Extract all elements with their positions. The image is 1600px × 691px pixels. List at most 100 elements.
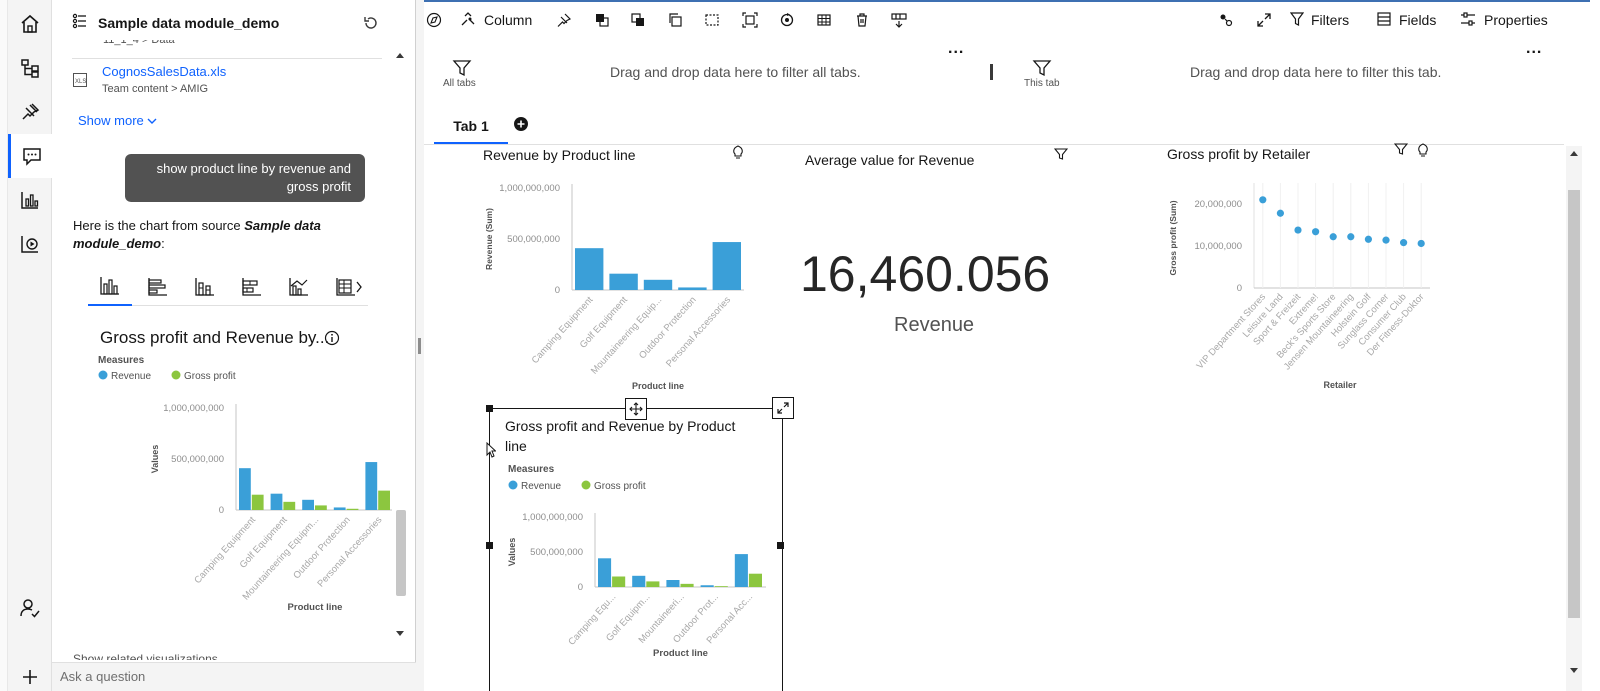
combo-chart[interactable]: Measures Revenue Gross profit 0 500,000,0… <box>500 460 780 665</box>
copy-icon[interactable] <box>667 10 683 30</box>
panel-scroll-thumb[interactable] <box>396 510 406 596</box>
bar-gross-profit <box>378 490 390 510</box>
bar-value <box>712 242 741 290</box>
canvas-scroll-thumb[interactable] <box>1568 190 1580 618</box>
bar-chart-icon[interactable] <box>8 178 52 222</box>
filters-button[interactable]: Filters <box>1289 10 1349 30</box>
tab-1[interactable]: Tab 1 <box>434 110 508 144</box>
combo-title-line-2: line <box>505 438 527 454</box>
add-tab-icon[interactable] <box>514 117 528 136</box>
stacked-bar-icon[interactable] <box>230 268 274 306</box>
resize-handle-left[interactable] <box>486 542 493 549</box>
properties-button[interactable]: Properties <box>1460 10 1548 30</box>
panel-chart[interactable]: Measures Revenue Gross profit 0 500,000,0… <box>92 348 392 623</box>
table-view-icon[interactable] <box>816 10 832 30</box>
y-axis-title: Values <box>507 538 517 567</box>
reset-icon[interactable] <box>363 15 379 36</box>
bar-gross-profit <box>251 494 264 510</box>
this-tab-overflow-menu[interactable]: ... <box>1526 40 1542 58</box>
y-axis-title: Values <box>150 445 160 474</box>
story-play-icon[interactable] <box>8 222 52 266</box>
change-visualization-icon <box>460 11 476 30</box>
show-more-link[interactable]: Show more <box>78 113 157 128</box>
legend-heading: Measures <box>98 355 145 366</box>
y-tick-label: 1,000,000,000 <box>522 512 583 523</box>
refresh-data-icon[interactable] <box>779 10 795 30</box>
properties-icon <box>1460 11 1476 30</box>
bring-to-front-icon[interactable] <box>630 10 646 30</box>
bar-revenue <box>700 585 714 587</box>
gp-filter-icon[interactable] <box>1393 142 1409 161</box>
scatter-point <box>1364 235 1372 243</box>
show-more-label: Show more <box>78 113 144 128</box>
panel-chart-title: Gross profit and Revenue by... <box>100 328 330 347</box>
gp-insights-bulb-icon[interactable] <box>1416 142 1430 163</box>
bar-revenue <box>239 468 251 510</box>
combo-legend-gross-profit-swatch <box>581 480 591 490</box>
send-to-back-icon[interactable] <box>594 10 610 30</box>
chevron-right-icon[interactable] <box>350 268 368 306</box>
mouse-pointer-icon <box>486 441 497 463</box>
x-tick-label: Outdoor Protection <box>291 515 353 582</box>
pin-icon[interactable] <box>8 90 52 134</box>
pin-tool-icon[interactable] <box>556 10 572 30</box>
insights-bulb-icon[interactable] <box>731 144 745 165</box>
bar-gross-profit <box>315 505 327 510</box>
gross-profit-tile-title: Gross profit by Retailer <box>1167 146 1311 162</box>
ask-placeholder: Ask a question <box>60 669 146 684</box>
column-line-icon[interactable] <box>277 268 321 306</box>
select-area-icon[interactable] <box>704 10 720 30</box>
all-tabs-filter-zone[interactable]: All tabs Drag and drop data here to filt… <box>424 40 992 108</box>
user-manage-icon[interactable] <box>8 586 52 630</box>
bar-gross-profit <box>612 576 626 587</box>
maximize-widget-icon[interactable] <box>772 397 794 419</box>
all-tabs-hint: Drag and drop data here to filter all ta… <box>610 64 861 80</box>
clustered-column-icon[interactable] <box>88 268 132 306</box>
column-label: Column <box>484 12 533 28</box>
expand-icon[interactable] <box>1256 10 1272 30</box>
home-icon[interactable] <box>8 2 52 46</box>
y-tick-label: 1,000,000,000 <box>499 183 560 194</box>
column-chart-button[interactable]: Column <box>460 10 532 30</box>
tile-filter-icon[interactable] <box>1053 147 1069 166</box>
source-link[interactable]: CognosSalesData.xls <box>102 64 226 79</box>
fit-widget-icon[interactable] <box>742 10 758 30</box>
all-tabs-overflow-menu[interactable]: ... <box>948 40 964 58</box>
chart-type-tabs <box>88 268 368 306</box>
data-tree-icon[interactable] <box>8 46 52 90</box>
ask-question-input[interactable]: Ask a question <box>52 662 416 691</box>
delete-icon[interactable] <box>854 10 870 30</box>
relationships-icon[interactable] <box>1218 10 1234 30</box>
gross-profit-chart[interactable]: 0 10,000,000 20,000,000 VIP Department Stor… <box>1164 180 1454 398</box>
combo-legend-heading: Measures <box>508 464 555 475</box>
bar-gross-profit <box>680 583 694 587</box>
bar-gross-profit <box>714 586 728 587</box>
xls-file-icon: XLS <box>72 72 88 93</box>
this-tab-hint: Drag and drop data here to filter this t… <box>1190 64 1442 80</box>
stacked-column-icon[interactable] <box>183 268 227 306</box>
filter-zone-divider[interactable] <box>990 64 993 80</box>
previous-source-path: 11_1_4 > Data <box>103 40 175 46</box>
this-tab-filter-zone[interactable]: This tab Drag and drop data here to filt… <box>998 40 1564 108</box>
data-module-icon <box>72 13 88 34</box>
bar-revenue <box>270 493 283 510</box>
x-tick-label: Camping Equipment <box>530 294 596 366</box>
clustered-bar-icon[interactable] <box>136 268 180 306</box>
scatter-point <box>1276 209 1284 217</box>
new-icon[interactable] <box>8 662 52 691</box>
y-tick-label: 0 <box>578 582 583 593</box>
navigate-icon[interactable] <box>426 10 442 30</box>
resize-handle-tl[interactable] <box>486 405 493 412</box>
drill-through-icon[interactable] <box>890 10 908 30</box>
revenue-chart[interactable]: 0 500,000,000 1,000,000,000 Camping Equipme… <box>478 172 768 397</box>
fields-button[interactable]: Fields <box>1376 10 1436 30</box>
assistant-chat-icon[interactable] <box>8 134 52 178</box>
panel-splitter[interactable] <box>416 0 424 691</box>
scatter-point <box>1259 196 1267 204</box>
legend-gross-profit-label: Gross profit <box>184 371 236 382</box>
bar-gross-profit <box>346 508 359 510</box>
kpi-value: 16,460.056 <box>800 246 1051 302</box>
combo-title-line-1: Gross profit and Revenue by Product <box>505 418 736 434</box>
y-tick-label: 500,000,000 <box>507 234 560 245</box>
fields-icon <box>1376 11 1392 30</box>
